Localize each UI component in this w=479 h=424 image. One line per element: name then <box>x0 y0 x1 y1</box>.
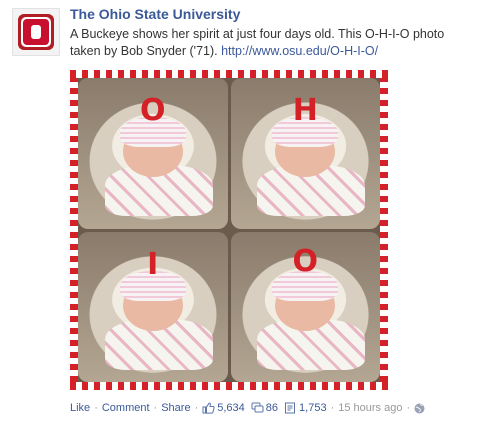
post-link[interactable]: http://www.osu.edu/O-H-I-O/ <box>221 44 378 58</box>
post-text: A Buckeye shows her spirit at just four … <box>70 26 470 60</box>
separator: · <box>406 402 411 414</box>
comment-count[interactable]: 86 <box>266 402 278 414</box>
share-count[interactable]: 1,753 <box>299 402 327 414</box>
share-icon <box>284 402 297 414</box>
share-link[interactable]: Share <box>161 402 190 414</box>
like-count[interactable]: 5,634 <box>217 402 245 414</box>
page-name-link[interactable]: The Ohio State University <box>70 6 240 22</box>
ohio-state-block-o-logo <box>18 14 54 50</box>
photo-letter: O <box>139 93 166 129</box>
photo-panel-3: I <box>78 231 228 382</box>
photo-panel-2: H <box>230 78 380 229</box>
separator: · <box>330 402 335 414</box>
post-actions-bar: Like · Comment · Share · 5,634 86 1,753 … <box>70 402 427 414</box>
photo-letter: I <box>147 246 159 282</box>
like-link[interactable]: Like <box>70 402 90 414</box>
separator: · <box>194 402 199 414</box>
timestamp-link[interactable]: 15 hours ago <box>338 402 402 414</box>
separator: · <box>153 402 158 414</box>
photo-panel-4: O <box>230 231 380 382</box>
separator: · <box>94 402 98 414</box>
globe-icon[interactable] <box>414 403 425 414</box>
photo-collage: O H I O <box>78 78 380 382</box>
photo-letter: H <box>292 93 318 129</box>
page-avatar[interactable] <box>12 8 60 56</box>
photo-panel-1: O <box>78 78 228 229</box>
comment-link[interactable]: Comment <box>102 402 150 414</box>
comment-bubbles-icon <box>251 402 264 414</box>
post-photo[interactable]: O H I O <box>70 70 388 390</box>
thumbs-up-icon <box>202 402 215 414</box>
photo-letter: O <box>292 243 319 279</box>
